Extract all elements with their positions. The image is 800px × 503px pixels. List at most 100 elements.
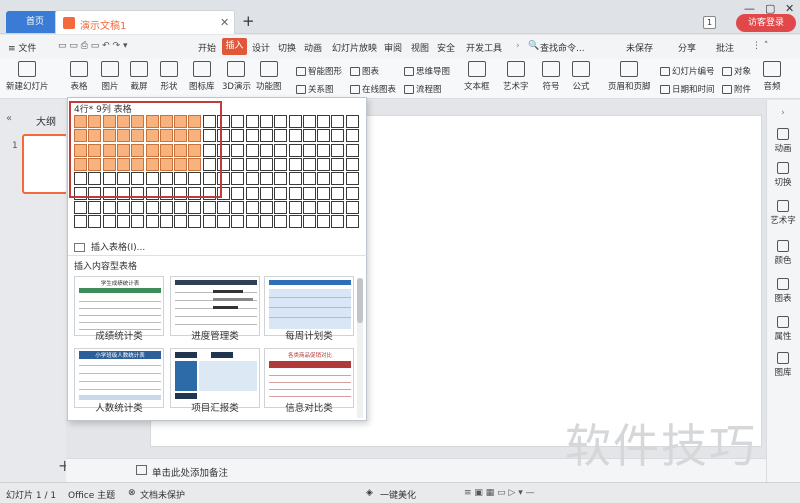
table-button[interactable]: 表格 <box>70 61 88 92</box>
menu-developer[interactable]: 开发工具 <box>466 41 502 54</box>
template-weekly-plan[interactable] <box>264 276 354 336</box>
grid-cell[interactable] <box>217 172 230 186</box>
grid-cell[interactable] <box>259 129 273 143</box>
attachment-button[interactable]: 附件 <box>722 83 751 95</box>
grid-cell[interactable] <box>116 172 130 186</box>
grid-cell[interactable] <box>231 172 245 186</box>
grid-cell[interactable] <box>188 143 202 157</box>
close-tab-icon[interactable]: ✕ <box>220 16 229 29</box>
grid-cell[interactable] <box>274 186 288 200</box>
beautify-button[interactable]: 一键美化 <box>380 488 416 501</box>
grid-cell[interactable] <box>188 157 202 171</box>
grid-cell[interactable] <box>331 172 345 186</box>
grid-cell[interactable] <box>274 200 288 214</box>
screenshot-button[interactable]: 截屏 <box>130 61 148 92</box>
grid-cell[interactable] <box>331 200 345 214</box>
grid-cell[interactable] <box>102 172 116 186</box>
collapse-panel-icon[interactable]: « <box>6 113 12 124</box>
grid-cell[interactable] <box>345 129 359 143</box>
new-slide-button[interactable]: 新建幻灯片 <box>6 61 49 92</box>
quick-access-icons[interactable]: ▭ ▭ ⎙ ▭ ↶ ↷ ▾ <box>58 41 127 51</box>
grid-cell[interactable] <box>317 186 331 200</box>
grid-cell[interactable] <box>245 143 259 157</box>
grid-cell[interactable] <box>116 115 130 128</box>
grid-cell[interactable] <box>131 157 145 171</box>
grid-cell[interactable] <box>74 129 87 143</box>
grid-cell[interactable] <box>331 115 345 128</box>
grid-cell[interactable] <box>245 157 259 171</box>
grid-cell[interactable] <box>145 129 159 143</box>
grid-cell[interactable] <box>317 172 331 186</box>
menu-view[interactable]: 视图 <box>411 41 429 54</box>
grid-cell[interactable] <box>245 200 259 214</box>
grid-cell[interactable] <box>345 143 359 157</box>
grid-cell[interactable] <box>188 215 202 229</box>
grid-cell[interactable] <box>288 186 302 200</box>
grid-cell[interactable] <box>231 143 245 157</box>
grid-cell[interactable] <box>202 129 216 143</box>
grid-cell[interactable] <box>88 186 102 200</box>
grid-cell[interactable] <box>188 115 202 128</box>
flowchart-button[interactable]: 流程图 <box>404 83 442 95</box>
grid-cell[interactable] <box>102 200 116 214</box>
grid-cell[interactable] <box>259 186 273 200</box>
grid-cell[interactable] <box>302 200 316 214</box>
grid-cell[interactable] <box>288 172 302 186</box>
grid-cell[interactable] <box>259 115 273 128</box>
grid-cell[interactable] <box>116 215 130 229</box>
online-chart-button[interactable]: 在线图表 <box>350 83 396 95</box>
datetime-button[interactable]: 日期和时间 <box>660 83 715 95</box>
grid-cell[interactable] <box>288 115 302 128</box>
menu-slideshow[interactable]: 幻灯片放映 <box>332 41 377 54</box>
grid-cell[interactable] <box>202 186 216 200</box>
grid-cell[interactable] <box>302 115 316 128</box>
audio-button[interactable]: 音频 <box>763 61 781 92</box>
unsaved-status[interactable]: 未保存 <box>626 41 653 54</box>
grid-cell[interactable] <box>174 172 188 186</box>
grid-cell[interactable] <box>202 143 216 157</box>
grid-cell[interactable] <box>145 200 159 214</box>
panel-wordart[interactable]: 艺术字 <box>766 200 800 226</box>
grid-cell[interactable] <box>217 129 230 143</box>
grid-cell[interactable] <box>202 200 216 214</box>
file-menu[interactable]: ≡ 文件 <box>8 41 36 54</box>
grid-cell[interactable] <box>159 157 173 171</box>
grid-cell[interactable] <box>331 186 345 200</box>
panel-chart[interactable]: 图表 <box>766 278 800 304</box>
grid-cell[interactable] <box>188 129 202 143</box>
grid-cell[interactable] <box>159 186 173 200</box>
mindmap-button[interactable]: 思维导图 <box>404 65 450 77</box>
grid-cell[interactable] <box>116 200 130 214</box>
panel-color[interactable]: 颜色 <box>766 240 800 266</box>
menu-review[interactable]: 审阅 <box>384 41 402 54</box>
grid-cell[interactable] <box>131 200 145 214</box>
grid-cell[interactable] <box>102 115 116 128</box>
menu-start[interactable]: 开始 <box>198 41 216 54</box>
grid-cell[interactable] <box>102 215 116 229</box>
grid-cell[interactable] <box>159 172 173 186</box>
grid-cell[interactable] <box>217 143 230 157</box>
grid-cell[interactable] <box>231 200 245 214</box>
grid-cell[interactable] <box>131 115 145 128</box>
theme-name[interactable]: Office 主题 <box>68 488 115 501</box>
grid-cell[interactable] <box>88 129 102 143</box>
grid-cell[interactable] <box>302 186 316 200</box>
document-tab[interactable]: 演示文稿1 ✕ <box>55 10 235 34</box>
window-count-badge[interactable]: 1 <box>703 16 716 29</box>
grid-cell[interactable] <box>174 215 188 229</box>
grid-cell[interactable] <box>159 115 173 128</box>
grid-cell[interactable] <box>145 172 159 186</box>
maximize-icon[interactable]: ▢ <box>765 2 775 15</box>
insert-table-item[interactable]: 插入表格(I)... <box>74 240 145 253</box>
scrollbar-thumb[interactable] <box>357 278 363 323</box>
panel-gallery[interactable]: 图库 <box>766 352 800 378</box>
grid-cell[interactable] <box>274 172 288 186</box>
grid-cell[interactable] <box>88 200 102 214</box>
grid-cell[interactable] <box>288 157 302 171</box>
command-search[interactable]: 查找命令... <box>540 41 585 54</box>
grid-cell[interactable] <box>259 143 273 157</box>
grid-cell[interactable] <box>174 200 188 214</box>
menu-transition[interactable]: 切换 <box>278 41 296 54</box>
grid-cell[interactable] <box>74 157 87 171</box>
grid-cell[interactable] <box>231 215 245 229</box>
